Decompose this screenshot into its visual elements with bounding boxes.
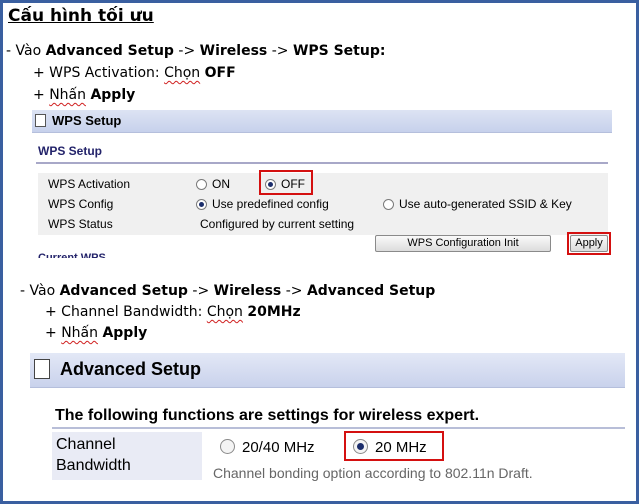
step2-path-1: Advanced Setup	[59, 283, 188, 299]
step1-sub2-value: Apply	[90, 87, 136, 103]
advanced-description: The following functions are settings for…	[55, 407, 480, 424]
step2-sub1-prefix: + Channel Bandwidth:	[45, 304, 207, 320]
wps-config-predefined-radio[interactable]: Use predefined config	[196, 197, 329, 211]
current-wps-section-cut: Current WPS	[38, 252, 106, 258]
channel-bandwidth-label-cell: Channel Bandwidth	[52, 432, 202, 480]
section-divider	[52, 427, 625, 429]
step2-arrow-2: ->	[281, 283, 307, 299]
bandwidth-20-40-label: 20/40 MHz	[242, 439, 315, 456]
step1-arrow-1: ->	[173, 43, 200, 59]
page-icon	[34, 359, 50, 379]
wps-section-title: WPS Setup	[38, 144, 103, 158]
bandwidth-20-40-radio[interactable]: 20/40 MHz	[220, 439, 315, 456]
wps-config-predefined-label: Use predefined config	[212, 197, 329, 211]
step1-path-3: WPS Setup:	[292, 43, 386, 59]
step2-sub1-verb: Chọn	[206, 304, 243, 320]
step1-sub2-prefix: +	[33, 87, 50, 103]
doc-title: Cấu hình tối ưu	[8, 6, 154, 26]
step1-sub1-prefix: + WPS Activation:	[33, 65, 165, 81]
highlight-20mhz-box	[344, 431, 444, 461]
radio-selected-icon	[196, 199, 207, 210]
step2-sub1-value: 20MHz	[247, 304, 301, 320]
wps-activation-on-label: ON	[212, 177, 230, 191]
advanced-setup-panel: Advanced Setup The following functions a…	[30, 353, 625, 493]
wps-setup-panel: WPS Setup WPS Setup WPS Activation ON OF…	[32, 110, 612, 260]
step2-prefix: - Vào	[20, 283, 60, 299]
step2-sub2-verb: Nhấn	[61, 325, 98, 341]
step1-sub2-verb: Nhấn	[49, 87, 86, 103]
highlight-apply-box	[567, 232, 611, 255]
wps-activation-label: WPS Activation	[48, 177, 131, 191]
radio-off-icon	[196, 179, 207, 190]
step1-sub2: + Nhấn Apply	[33, 87, 135, 103]
wps-panel-header: WPS Setup	[32, 110, 612, 133]
step2-line: - Vào Advanced Setup -> Wireless -> Adva…	[20, 283, 435, 299]
page-icon	[35, 114, 46, 127]
step1-line: - Vào Advanced Setup -> Wireless -> WPS …	[6, 43, 385, 59]
wps-config-init-button[interactable]: WPS Configuration Init	[375, 235, 551, 252]
wps-config-label: WPS Config	[48, 197, 114, 211]
wps-settings-table: WPS Activation ON OFF WPS Config Use pre…	[38, 173, 608, 235]
advanced-panel-header: Advanced Setup	[30, 353, 625, 388]
step2-sub2: + Nhấn Apply	[45, 325, 147, 341]
step1-arrow-2: ->	[267, 43, 293, 59]
step1-sub1-verb: Chọn	[164, 65, 201, 81]
step2-sub2-value: Apply	[102, 325, 148, 341]
step1-sub1: + WPS Activation: Chọn OFF	[33, 65, 236, 81]
channel-bandwidth-label-line1: Channel	[56, 436, 116, 453]
wps-config-auto-radio[interactable]: Use auto-generated SSID & Key	[383, 197, 572, 211]
step1-path-1: Advanced Setup	[45, 43, 174, 59]
radio-off-icon	[383, 199, 394, 210]
wps-panel-title: WPS Setup	[52, 113, 122, 128]
step1-path-2: Wireless	[199, 43, 268, 59]
wps-config-auto-label: Use auto-generated SSID & Key	[399, 197, 572, 211]
step1-prefix: - Vào	[6, 43, 46, 59]
radio-off-icon	[220, 439, 235, 454]
step2-arrow-1: ->	[187, 283, 214, 299]
advanced-panel-title: Advanced Setup	[60, 359, 202, 379]
step2-sub1: + Channel Bandwidth: Chọn 20MHz	[45, 304, 301, 320]
channel-bandwidth-label-line2: Bandwidth	[56, 457, 131, 474]
step2-path-3: Advanced Setup	[306, 283, 436, 299]
step1-sub1-value: OFF	[204, 65, 236, 81]
wps-status-label: WPS Status	[48, 217, 113, 231]
wps-status-value: Configured by current setting	[200, 217, 355, 231]
channel-bonding-hint: Channel bonding option according to 802.…	[213, 465, 533, 481]
step2-sub2-prefix: +	[45, 325, 62, 341]
wps-activation-on-radio[interactable]: ON	[196, 177, 230, 191]
section-divider	[36, 162, 608, 164]
step2-path-2: Wireless	[213, 283, 282, 299]
highlight-off-box	[259, 170, 313, 195]
